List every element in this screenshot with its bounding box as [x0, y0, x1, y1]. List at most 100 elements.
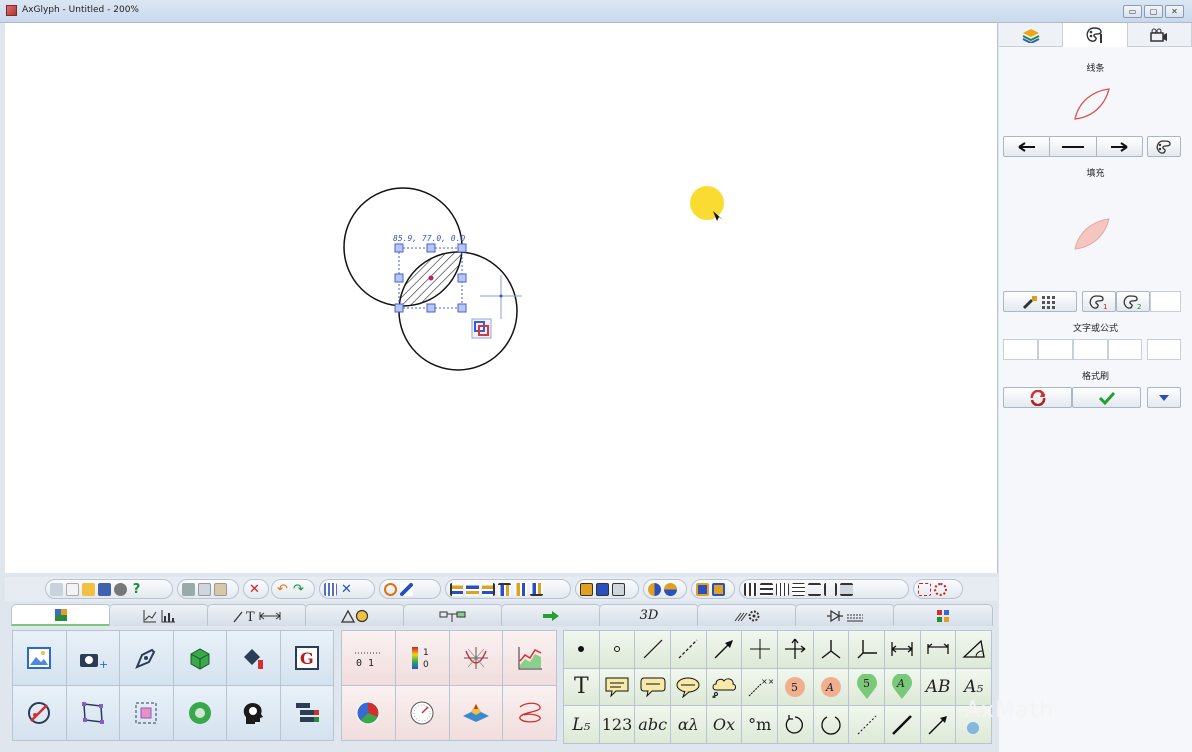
target-icon[interactable]	[934, 582, 947, 596]
tab-line-text[interactable]: T	[207, 604, 307, 626]
redo-icon[interactable]: ↷	[292, 583, 305, 596]
unit-button[interactable]: °m	[742, 706, 777, 743]
flip-horizontal-icon[interactable]	[648, 582, 661, 596]
text-style-box-5[interactable]	[1147, 339, 1181, 360]
label-line-button[interactable]: ××	[742, 668, 777, 706]
close-button[interactable]: ✕	[1165, 5, 1184, 18]
tab-camera[interactable]	[1127, 23, 1192, 47]
same-height-icon[interactable]	[596, 582, 609, 596]
flip-vertical-icon[interactable]	[664, 582, 677, 596]
fill-extra-box[interactable]	[1150, 291, 1181, 312]
circle-number-button[interactable]: 5	[778, 668, 813, 706]
axes-2d-button[interactable]	[849, 631, 884, 668]
format-dropdown-button[interactable]	[1147, 387, 1181, 408]
align-center-icon[interactable]	[466, 582, 479, 596]
paste-icon[interactable]	[214, 582, 227, 596]
paint-bucket-button[interactable]	[227, 631, 280, 685]
drawing-canvas[interactable]: 85.9, 77.0, 0.0	[5, 23, 998, 573]
tab-gear[interactable]	[697, 604, 797, 626]
thick-line-button[interactable]	[885, 706, 920, 743]
ring-button[interactable]	[173, 686, 226, 740]
text-button[interactable]: T	[564, 668, 599, 706]
tab-shapes[interactable]	[305, 604, 405, 626]
space-h-icon[interactable]	[776, 582, 789, 596]
stroke-color-button[interactable]	[1147, 136, 1181, 157]
origin-label-button[interactable]: Ox	[706, 706, 742, 743]
tab-grid[interactable]	[893, 604, 993, 626]
dot-button[interactable]	[564, 631, 599, 668]
align-middle-icon[interactable]	[514, 582, 527, 596]
select-area-icon[interactable]	[918, 582, 931, 596]
tab-circuit[interactable]	[795, 604, 895, 626]
number-line-button[interactable]: 0 1	[342, 631, 395, 685]
tab-layers[interactable]	[999, 23, 1064, 47]
polygon-points-button[interactable]	[66, 686, 119, 740]
tab-chart[interactable]	[109, 604, 209, 626]
tab-style[interactable]	[1063, 23, 1128, 47]
delete-icon[interactable]: ✕	[248, 583, 261, 596]
distribute-h-icon[interactable]	[744, 582, 757, 596]
crosshair-button[interactable]	[742, 631, 777, 668]
distribute-v-icon[interactable]	[760, 582, 773, 596]
ab-text-button[interactable]: AB	[920, 668, 956, 706]
grid-icon[interactable]	[324, 582, 337, 596]
settings-icon[interactable]	[114, 582, 127, 596]
tab-image[interactable]	[11, 604, 111, 626]
flip-icon[interactable]	[400, 582, 413, 596]
format-apply-button[interactable]	[1072, 387, 1141, 408]
group-select-button[interactable]	[120, 686, 173, 740]
insert-image-button[interactable]	[13, 631, 66, 685]
screenshot-button[interactable]: +	[66, 631, 119, 685]
help-icon[interactable]: ?	[130, 583, 143, 596]
vector-button[interactable]	[920, 706, 956, 743]
fill-pattern-button[interactable]	[1003, 291, 1077, 312]
hollow-dot-button[interactable]	[599, 631, 635, 668]
font-glyph-button[interactable]: G	[280, 631, 333, 685]
canvas-drawing[interactable]: 85.9, 77.0, 0.0	[5, 23, 998, 573]
maximize-button[interactable]: ▢	[1144, 5, 1163, 18]
menu-icon[interactable]	[50, 582, 63, 596]
dimension-line-button[interactable]	[920, 631, 956, 668]
pin-letter-button[interactable]: A	[885, 668, 920, 706]
gauge-button[interactable]	[395, 686, 449, 740]
circle-intersect-button[interactable]	[13, 686, 66, 740]
text-style-box-2[interactable]	[1038, 339, 1073, 360]
equal-v-icon[interactable]	[808, 582, 821, 596]
abc-button[interactable]: abc	[635, 706, 670, 743]
tab-3d[interactable]: 3D	[599, 604, 699, 626]
angle-button[interactable]	[956, 631, 991, 668]
copy-icon[interactable]	[198, 582, 211, 596]
layer-list-button[interactable]	[280, 686, 333, 740]
start-arrow-button[interactable]	[1004, 137, 1051, 156]
callout-round-button[interactable]	[635, 668, 670, 706]
arrow-line-button[interactable]	[706, 631, 742, 668]
pie-chart-button[interactable]	[342, 686, 395, 740]
callout-cloud-button[interactable]	[706, 668, 742, 706]
callout-rect-button[interactable]	[599, 668, 635, 706]
bring-front-icon[interactable]	[696, 582, 709, 596]
arc-rotate-button[interactable]	[778, 706, 813, 743]
fill-color-2-button[interactable]: 2	[1116, 291, 1150, 312]
callout-oval-button[interactable]	[671, 668, 706, 706]
align-top-icon[interactable]	[498, 582, 511, 596]
pin-number-button[interactable]: 5	[849, 668, 884, 706]
line-style-button[interactable]	[1050, 137, 1097, 156]
rotate-icon[interactable]	[384, 582, 397, 596]
save-icon[interactable]	[98, 582, 111, 596]
undo-icon[interactable]: ↶	[276, 583, 289, 596]
arc-button[interactable]	[813, 706, 849, 743]
tab-connector[interactable]	[403, 604, 503, 626]
equal-h-icon[interactable]	[824, 582, 837, 596]
cut-icon[interactable]	[182, 582, 195, 596]
area-chart-button[interactable]	[503, 631, 556, 685]
fill-pattern-tool-button[interactable]	[173, 631, 226, 685]
pen-tool-button[interactable]	[120, 631, 173, 685]
same-size-icon[interactable]	[612, 582, 625, 596]
align-left-icon[interactable]	[450, 582, 463, 596]
curve-3d-button[interactable]	[503, 686, 556, 740]
axes-cross-button[interactable]	[778, 631, 813, 668]
label-subscript-button[interactable]: L₅	[564, 706, 599, 743]
align-right-icon[interactable]	[482, 582, 495, 596]
snap-icon[interactable]: ✕	[340, 583, 353, 596]
fit-icon[interactable]	[840, 582, 853, 596]
